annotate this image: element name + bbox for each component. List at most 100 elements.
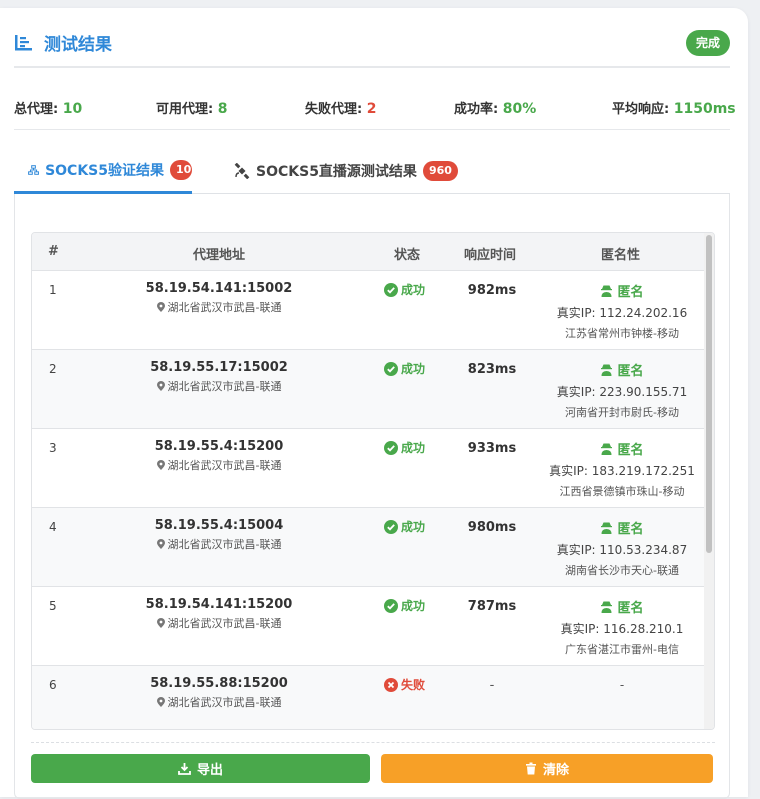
tab-socks5-stream[interactable]: SOCKS5直播源测试结果 960 bbox=[234, 148, 458, 194]
proxy-address-cell: 58.19.55.17:15002 湖北省武汉市武昌-联通 bbox=[92, 360, 346, 394]
stat-failed: 失败代理: 2 bbox=[305, 98, 376, 117]
status-text: 成功 bbox=[401, 362, 426, 376]
proxy-location: 湖北省武汉市武昌-联通 bbox=[92, 615, 346, 631]
response-time: 787ms bbox=[467, 599, 517, 614]
table-body: 1 58.19.54.141:15002 湖北省武汉市武昌-联通 成功 982ms 匿名真… bbox=[32, 271, 706, 729]
anonymity-cell: 匿名 真实IP: 112.24.202.16 江苏省常州市钟楼-移动 bbox=[542, 281, 702, 341]
proxy-location-text: 湖北省武汉市武昌-联通 bbox=[167, 696, 282, 709]
check-circle-icon bbox=[384, 598, 398, 613]
table-row: 3 58.19.55.4:15200 湖北省武汉市武昌-联通 成功 933ms 匿名真实I… bbox=[32, 429, 706, 508]
export-button-label: 导出 bbox=[196, 763, 223, 778]
page-title: 测试结果 bbox=[44, 35, 112, 55]
map-marker-icon bbox=[156, 539, 165, 549]
proxy-address: 58.19.55.88:15200 bbox=[150, 676, 288, 691]
stat-rate-value: 80% bbox=[502, 101, 537, 117]
row-number: 2 bbox=[49, 362, 57, 376]
anonymity-text: 匿名 bbox=[617, 443, 644, 458]
check-circle-icon bbox=[384, 282, 398, 297]
col-response-time: 响应时间 bbox=[464, 248, 517, 263]
stat-avg-value: 1150ms bbox=[673, 101, 736, 117]
status-text: 成功 bbox=[401, 520, 426, 534]
stat-failed-label: 失败代理: bbox=[305, 102, 363, 117]
proxy-location: 湖北省武汉市武昌-联通 bbox=[92, 378, 346, 394]
map-marker-icon bbox=[156, 381, 165, 391]
anonymity-empty: - bbox=[619, 678, 625, 692]
tab-socks5-stream-label: SOCKS5直播源测试结果 bbox=[256, 164, 417, 180]
clear-button[interactable]: 清除 bbox=[381, 754, 713, 783]
real-ip: 真实IP: 183.219.172.251 bbox=[549, 464, 695, 478]
stats-bar: 总代理: 10 可用代理: 8 失败代理: 2 成功率: 80% 平均响应: 1… bbox=[14, 78, 736, 130]
stat-total-label: 总代理: bbox=[14, 102, 59, 117]
status-text: 成功 bbox=[401, 441, 426, 455]
anonymity-text: 匿名 bbox=[617, 285, 644, 300]
satellite-icon bbox=[234, 163, 250, 179]
stat-available-label: 可用代理: bbox=[156, 102, 214, 117]
anonymity-label: 匿名 bbox=[600, 439, 644, 458]
stat-success-rate: 成功率: 80% bbox=[454, 98, 536, 117]
proxy-location-text: 湖北省武汉市武昌-联通 bbox=[167, 538, 282, 551]
export-button[interactable]: 导出 bbox=[31, 754, 370, 783]
network-icon bbox=[28, 164, 39, 175]
stat-total-value: 10 bbox=[62, 101, 83, 117]
anonymity-cell: - bbox=[542, 676, 702, 692]
proxy-address-cell: 58.19.55.4:15200 湖北省武汉市武昌-联通 bbox=[92, 439, 346, 473]
proxy-location-text: 湖北省武汉市武昌-联通 bbox=[167, 617, 282, 630]
col-proxy-address: 代理地址 bbox=[193, 248, 246, 263]
tab-count-badge: 960 bbox=[422, 161, 458, 181]
table-row: 6 58.19.55.88:15200 湖北省武汉市武昌-联通 失败 - - bbox=[32, 666, 706, 729]
proxy-address: 58.19.55.4:15200 bbox=[154, 439, 284, 454]
anonymity-label: 匿名 bbox=[600, 518, 644, 537]
anonymity-label: 匿名 bbox=[600, 597, 644, 616]
user-secret-icon bbox=[601, 443, 613, 455]
row-number: 1 bbox=[49, 283, 57, 297]
response-time: 980ms bbox=[467, 520, 517, 535]
proxy-address-cell: 58.19.55.4:15004 湖北省武汉市武昌-联通 bbox=[92, 518, 346, 552]
real-ip: 真实IP: 112.24.202.16 bbox=[556, 306, 688, 320]
x-circle-icon bbox=[384, 677, 398, 692]
status-cell: 失败 bbox=[384, 676, 425, 693]
status-text: 成功 bbox=[401, 283, 426, 297]
results-table: # 代理地址 状态 响应时间 匿名性 1 58.19.54.141:15002 湖北… bbox=[31, 232, 715, 730]
map-marker-icon bbox=[156, 697, 165, 707]
clear-button-label: 清除 bbox=[542, 763, 569, 778]
stat-avg-response: 平均响应: 1150ms bbox=[612, 98, 736, 117]
status-cell: 成功 bbox=[384, 518, 425, 535]
response-time: 933ms bbox=[467, 441, 517, 456]
anonymity-cell: 匿名 真实IP: 183.219.172.251 江西省景德镇市珠山-移动 bbox=[542, 439, 702, 499]
user-secret-icon bbox=[601, 601, 613, 613]
tab-socks5-verify[interactable]: SOCKS5验证结果 10 bbox=[14, 148, 192, 194]
status-text: 失败 bbox=[401, 678, 426, 692]
anonymity-label: 匿名 bbox=[600, 281, 644, 300]
list-chart-icon bbox=[15, 35, 32, 51]
row-number: 3 bbox=[49, 441, 57, 455]
real-ip-location: 广东省湛江市雷州-电信 bbox=[565, 643, 679, 656]
card-header: 测试结果 完成 bbox=[14, 8, 730, 68]
proxy-location-text: 湖北省武汉市武昌-联通 bbox=[167, 301, 282, 314]
proxy-address: 58.19.55.4:15004 bbox=[154, 518, 284, 533]
table-row: 4 58.19.55.4:15004 湖北省武汉市武昌-联通 成功 980ms 匿名 真实I… bbox=[32, 508, 706, 587]
proxy-location: 湖北省武汉市武昌-联通 bbox=[92, 536, 346, 552]
download-icon bbox=[178, 763, 191, 775]
stat-available-value: 8 bbox=[217, 101, 228, 117]
real-ip-location: 湖南省长沙市天心-联通 bbox=[565, 564, 679, 577]
proxy-location-text: 湖北省武汉市武昌-联通 bbox=[167, 380, 282, 393]
anonymity-text: 匿名 bbox=[617, 522, 644, 537]
proxy-address: 58.19.55.17:15002 bbox=[150, 360, 288, 375]
row-number: 4 bbox=[49, 520, 57, 534]
anonymity-cell: 匿名 真实IP: 110.53.234.87 湖南省长沙市天心-联通 bbox=[542, 518, 702, 578]
proxy-location: 湖北省武汉市武昌-联通 bbox=[92, 694, 346, 710]
proxy-address: 58.19.54.141:15002 bbox=[145, 281, 293, 296]
user-secret-icon bbox=[601, 285, 613, 297]
scrollbar-thumb[interactable] bbox=[706, 235, 712, 553]
real-ip: 真实IP: 223.90.155.71 bbox=[556, 385, 688, 399]
response-time: 982ms bbox=[467, 283, 517, 298]
table-header: # 代理地址 状态 响应时间 匿名性 bbox=[32, 233, 706, 271]
status-cell: 成功 bbox=[384, 439, 425, 456]
proxy-address: 58.19.54.141:15200 bbox=[145, 597, 293, 612]
table-scrollbar[interactable] bbox=[704, 233, 714, 729]
table-row: 1 58.19.54.141:15002 湖北省武汉市武昌-联通 成功 982ms 匿名真… bbox=[32, 271, 706, 350]
proxy-address-cell: 58.19.54.141:15002 湖北省武汉市武昌-联通 bbox=[92, 281, 346, 315]
col-status: 状态 bbox=[394, 248, 421, 263]
status-cell: 成功 bbox=[384, 360, 425, 377]
anonymity-label: 匿名 bbox=[600, 360, 644, 379]
